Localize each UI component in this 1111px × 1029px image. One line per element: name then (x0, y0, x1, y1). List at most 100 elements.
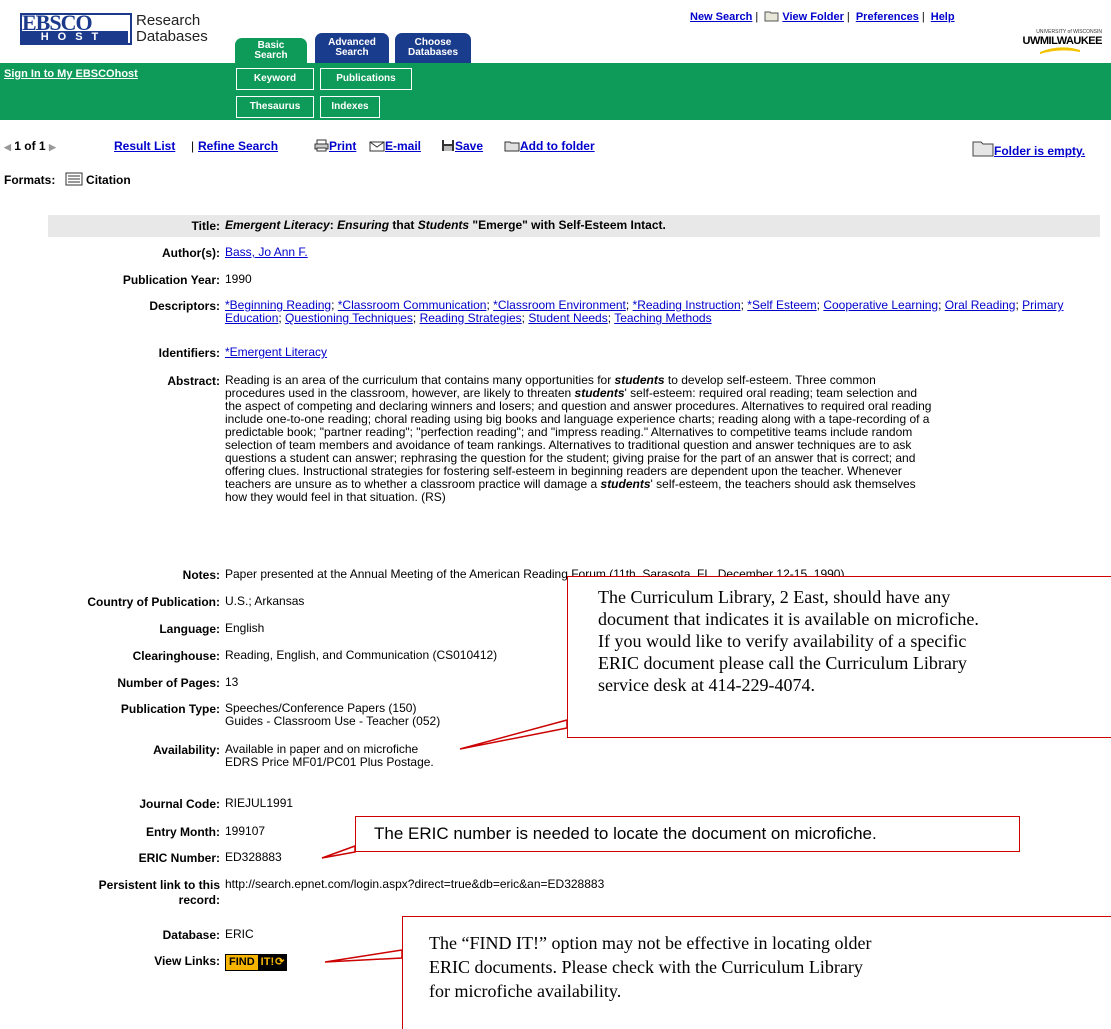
indexes-button[interactable]: Indexes (320, 96, 380, 118)
sign-in-link[interactable]: Sign In to My EBSCOhost (4, 68, 138, 80)
folder-empty-link[interactable]: Folder is empty. (994, 144, 1085, 158)
callout-line: If you would like to verify availability… (598, 631, 967, 651)
logo-research-databases: Research Databases (136, 13, 208, 45)
callout-line: for microfiche availability. (429, 981, 622, 1001)
result-pager: ◀ 1 of 1 ▶ (4, 139, 56, 153)
abstract-text: Reading is an area of the curriculum tha… (225, 374, 1095, 504)
logo-host-text: HOST (20, 31, 128, 43)
add-to-folder-link[interactable]: Add to folder (520, 139, 595, 153)
field-label: Journal Code: (139, 797, 220, 811)
descriptor-link[interactable]: *Beginning Reading (225, 298, 331, 312)
email-link[interactable]: E-mail (385, 139, 421, 153)
callout-line: document that indicates it is available … (598, 609, 979, 629)
refine-search-link[interactable]: Refine Search (198, 139, 278, 153)
print-action[interactable]: Print (314, 139, 356, 153)
identifier-link[interactable]: *Emergent Literacy (225, 346, 327, 359)
descriptor-link[interactable]: Cooperative Learning (823, 298, 938, 312)
format-citation[interactable]: Citation (86, 173, 131, 187)
field-label: Persistent link to this record: (99, 878, 220, 908)
author-link[interactable]: Bass, Jo Ann F. (225, 246, 308, 259)
uw-milwaukee-logo: UNIVERSITY of WISCONSIN UWMILWAUKEE (1010, 30, 1103, 60)
field-label: Title: (191, 219, 220, 233)
add-to-folder-action[interactable]: Add to folder (504, 139, 595, 153)
result-navigation: ◀ 1 of 1 ▶ Result List | Refine Search P… (4, 139, 1109, 159)
descriptor-link[interactable]: Oral Reading (945, 298, 1016, 312)
descriptor-link[interactable]: Questioning Techniques (285, 311, 413, 325)
field-label: Entry Month: (146, 825, 220, 839)
label-line: Persistent link to this (98, 878, 220, 892)
result-counter: 1 of 1 (14, 139, 46, 153)
descriptor-separator: ; (938, 298, 945, 312)
next-arrow-icon[interactable]: ▶ (49, 142, 56, 152)
folder-add-icon (504, 141, 520, 152)
find-it-label: IT! (257, 955, 276, 970)
persistent-link[interactable]: http://search.epnet.com/login.aspx?direc… (225, 878, 1095, 891)
field-label: Publication Year: (122, 273, 220, 287)
callout-line: ERIC document please call the Curriculum… (598, 653, 967, 673)
title-part: "Emerge" with Self-Esteem Intact. (469, 218, 666, 232)
descriptor-link[interactable]: *Classroom Environment (493, 298, 626, 312)
callout-line: The “FIND IT!” option may not be effecti… (429, 933, 872, 953)
field-label: Country of Publication: (87, 595, 220, 609)
printer-icon (314, 139, 329, 152)
help-link[interactable]: Help (931, 11, 955, 23)
folder-icon (972, 141, 994, 157)
field-label: Database: (162, 928, 220, 942)
folder-status[interactable]: Folder is empty. (972, 139, 1085, 158)
title-part: : (329, 218, 338, 232)
descriptor-link[interactable]: Reading Strategies (420, 311, 522, 325)
descriptor-link[interactable]: *Self Esteem (747, 298, 816, 312)
abstract-line: how they would feel in that situation. (… (225, 490, 446, 504)
eric-number-callout: The ERIC number is needed to locate the … (355, 816, 1020, 852)
tab-choose-databases[interactable]: Choose Databases (395, 33, 471, 63)
publication-year: 1990 (225, 272, 252, 286)
availability-text: Available in paper and on microfiche EDR… (225, 743, 1095, 769)
new-search-link[interactable]: New Search (690, 11, 752, 23)
logo-research-text: Research (136, 12, 201, 29)
preferences-link[interactable]: Preferences (856, 11, 919, 23)
tab-label: Search (335, 47, 369, 58)
logo-ebsco-text: EBSCO (22, 10, 93, 35)
title-part: Emergent Literacy (225, 218, 330, 232)
library-availability-callout: The Curriculum Library, 2 East, should h… (567, 576, 1111, 738)
field-label: Number of Pages: (117, 676, 220, 690)
ebsco-host-logo[interactable]: EBSCO HOST Research Databases (20, 10, 208, 45)
field-label: Identifiers: (158, 346, 220, 360)
formats-label: Formats: (4, 173, 56, 187)
thesaurus-button[interactable]: Thesaurus (236, 96, 314, 118)
field-label: View Links: (154, 954, 220, 968)
logo-databases-text: Databases (136, 28, 208, 45)
prev-arrow-icon[interactable]: ◀ (4, 142, 11, 152)
journal-code: RIEJUL1991 (225, 796, 294, 810)
descriptor-link[interactable]: Teaching Methods (614, 311, 711, 325)
publications-button[interactable]: Publications (320, 68, 412, 90)
descriptor-separator: ; (625, 298, 633, 312)
save-action[interactable]: Save (441, 139, 483, 153)
field-label: ERIC Number: (138, 851, 220, 865)
callout-3-pointer (324, 949, 403, 963)
email-action[interactable]: E-mail (369, 139, 421, 153)
field-label: Notes: (182, 568, 220, 582)
keyword-button[interactable]: Keyword (236, 68, 314, 90)
descriptor-link[interactable]: Student Needs (528, 311, 607, 325)
callout-line: ERIC documents. Please check with the Cu… (429, 957, 863, 977)
view-folder-link[interactable]: View Folder (782, 11, 844, 23)
folder-icon (764, 11, 779, 22)
citation-icon (65, 172, 83, 186)
save-disk-icon (442, 140, 454, 151)
find-it-button[interactable]: FIND IT!⟳ (225, 954, 288, 971)
tab-advanced-search[interactable]: Advanced Search (315, 33, 389, 63)
email-icon (369, 141, 385, 152)
field-label: Author(s): (162, 246, 220, 260)
descriptor-link[interactable]: *Reading Instruction (633, 298, 741, 312)
uwm-swoosh-icon (1040, 47, 1080, 54)
callout-line: The ERIC number is needed to locate the … (374, 824, 877, 843)
formats-row: Formats: Citation (4, 172, 131, 187)
find-it-label: FIND (226, 955, 258, 970)
tab-basic-search[interactable]: Basic Search (235, 38, 307, 63)
descriptor-link[interactable]: *Classroom Communication (338, 298, 487, 312)
save-link[interactable]: Save (455, 139, 483, 153)
print-link[interactable]: Print (329, 139, 356, 153)
result-list-link[interactable]: Result List (114, 139, 175, 153)
find-it-callout: The “FIND IT!” option may not be effecti… (402, 916, 1111, 1029)
